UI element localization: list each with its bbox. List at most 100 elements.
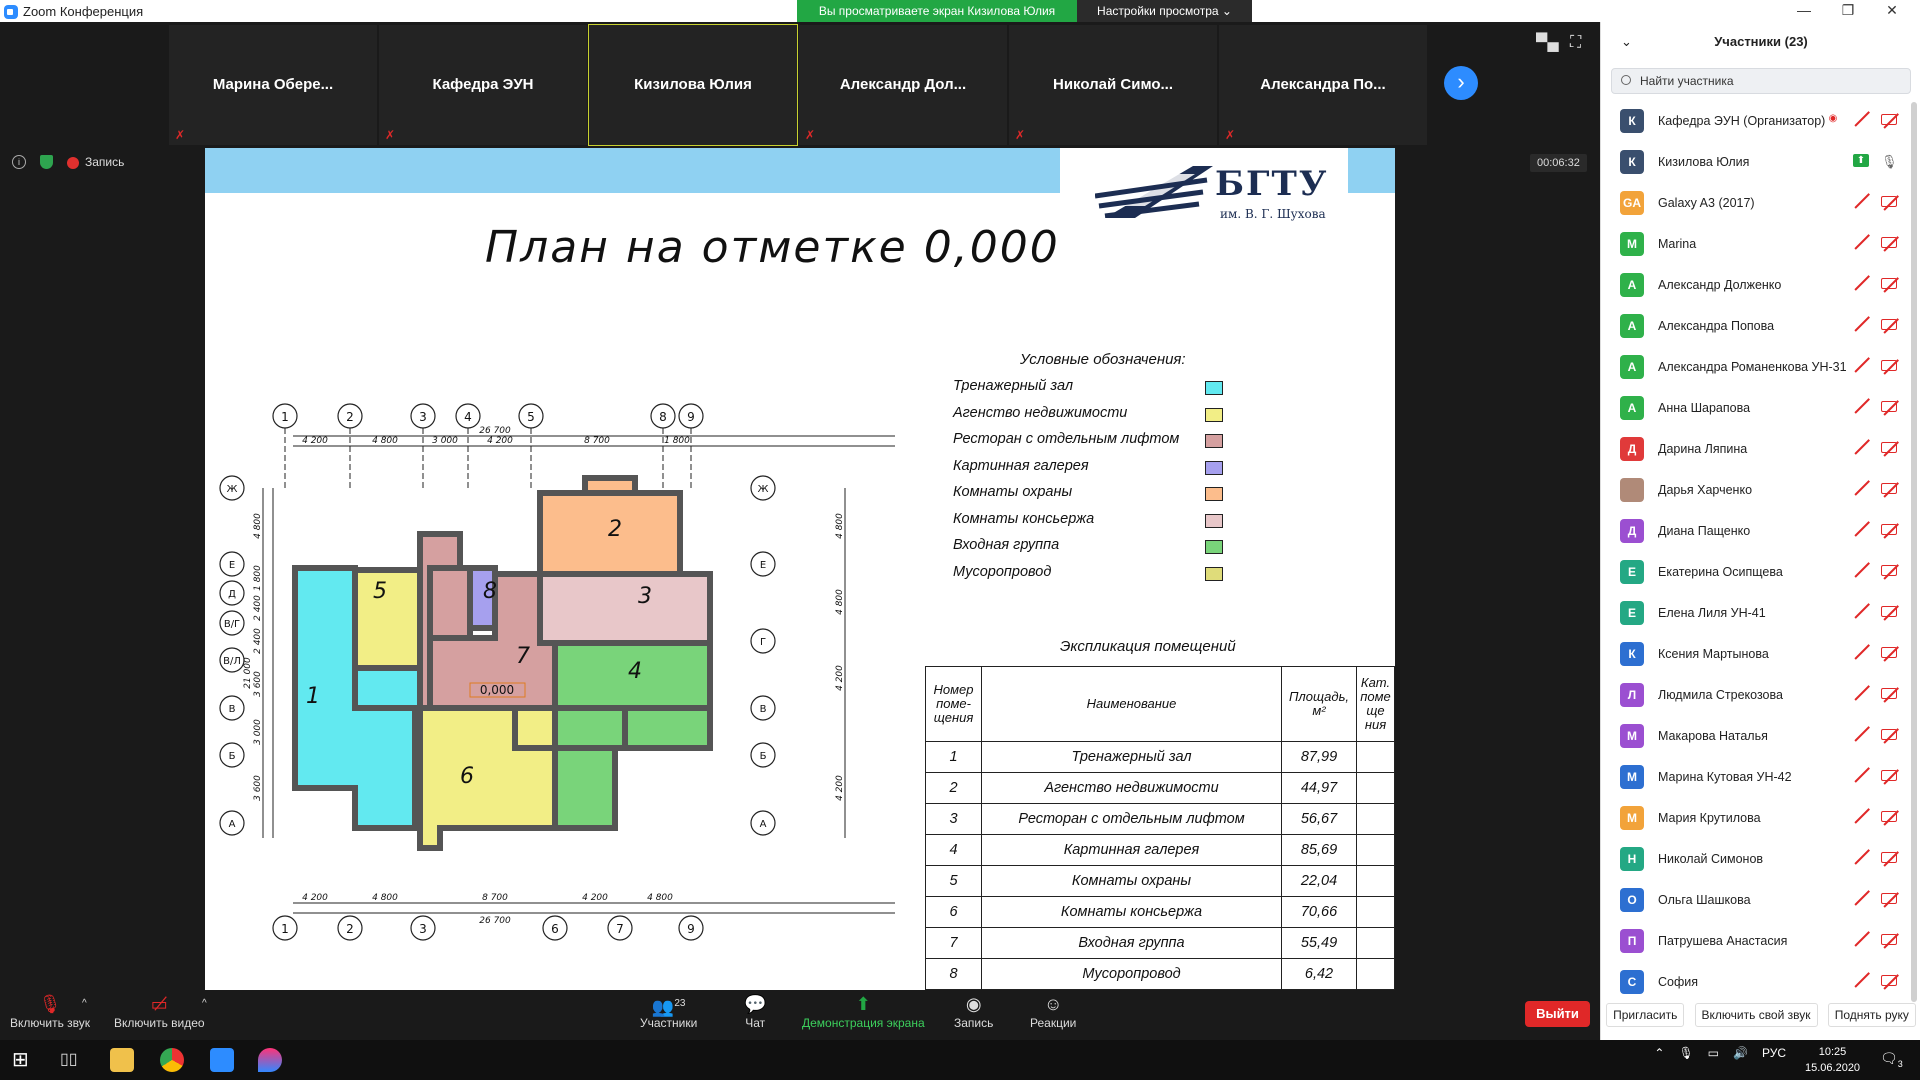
axis-label: Г [760, 637, 766, 648]
participant-row[interactable]: M Marina [1601, 223, 1911, 264]
cell-cat [1356, 803, 1395, 835]
participant-row[interactable]: Е Елена Лиля УН-41 [1601, 592, 1911, 633]
participant-row[interactable]: А Александра Романенкова УН-31 [1601, 346, 1911, 387]
participant-status [1853, 523, 1897, 535]
mic-muted-icon [1853, 523, 1869, 534]
task-view-icon[interactable]: ▯▯ [60, 1048, 84, 1072]
participant-row[interactable]: Е Екатерина Осипщева [1601, 551, 1911, 592]
close-button[interactable]: ✕ [1870, 0, 1914, 22]
participant-row[interactable]: К Кизилова Юлия ⬆ 🎙 [1601, 141, 1911, 182]
participant-row[interactable]: К Кафедра ЭУН (Организатор) ◉ [1601, 100, 1911, 141]
cell-cat [1356, 772, 1395, 804]
video-tile[interactable]: Кафедра ЭУН ✗ [378, 24, 588, 146]
participant-row[interactable]: М Мария Крутилова [1601, 797, 1911, 838]
room-number: 7 [516, 644, 530, 669]
participants-label: Участники [640, 1016, 698, 1030]
explication-row: 8 Мусоропровод 6,42 [925, 958, 1395, 990]
participant-status [1853, 687, 1897, 699]
tray-mic-icon[interactable]: 🎙 [1678, 1046, 1693, 1060]
recording-indicator[interactable]: Запись [67, 155, 124, 169]
record-dot-icon [67, 156, 79, 169]
video-tile[interactable]: Александра По... ✗ [1218, 24, 1428, 146]
participant-row[interactable]: Д Дарина Ляпина [1601, 428, 1911, 469]
participant-name: София [1658, 974, 1699, 989]
participant-list-scrollbar[interactable] [1911, 102, 1917, 1002]
input-language[interactable]: РУС [1762, 1046, 1786, 1060]
participant-name: Ольга Шашкова [1658, 892, 1751, 907]
view-options-button[interactable]: Настройки просмотра ⌄ [1077, 0, 1252, 22]
collapse-panel-icon[interactable]: ⌄ [1621, 22, 1632, 62]
legend-swatch [1205, 513, 1223, 528]
participant-row[interactable]: А Александра Попова [1601, 305, 1911, 346]
zoom-taskbar-icon[interactable] [210, 1048, 234, 1072]
view-layout-icon[interactable]: ▀▄ [1536, 34, 1559, 52]
participant-row[interactable]: М Марина Кутовая УН-42 [1601, 756, 1911, 797]
chrome-icon[interactable] [160, 1048, 184, 1072]
video-off-icon [1881, 360, 1897, 371]
file-explorer-icon[interactable] [110, 1048, 134, 1072]
participant-row[interactable]: Дарья Харченко [1601, 469, 1911, 510]
participant-row[interactable]: Н Николай Симонов [1601, 838, 1911, 879]
mic-muted-icon [1853, 277, 1869, 288]
record-button[interactable]: ◉ Запись [954, 992, 993, 1030]
start-video-button[interactable]: ▭̸ Включить видео [114, 992, 205, 1030]
info-icon[interactable]: i [12, 155, 26, 169]
taskbar-clock[interactable]: 10:25 15.06.2020 [1805, 1044, 1860, 1076]
dimension-text: 2 400 [253, 595, 263, 621]
participants-button[interactable]: 👥23 Участники [640, 992, 697, 1030]
participant-row[interactable]: А Анна Шарапова [1601, 387, 1911, 428]
network-icon[interactable]: ▭ [1708, 1046, 1719, 1060]
participant-row[interactable]: М Макарова Наталья [1601, 715, 1911, 756]
unmute-button[interactable]: 🎙 Включить звук [10, 992, 90, 1030]
next-tiles-button[interactable]: › [1444, 66, 1478, 100]
legend-label: Комнаты охраны [953, 484, 1073, 500]
share-screen-button[interactable]: ⬆ Демонстрация экрана [802, 992, 925, 1030]
video-tile[interactable]: Александр Дол... ✗ [798, 24, 1008, 146]
participant-row[interactable]: GA Galaxy A3 (2017) [1601, 182, 1911, 223]
audio-options-caret[interactable]: ^ [82, 998, 87, 1009]
video-options-caret[interactable]: ^ [202, 998, 207, 1009]
participant-avatar: А [1620, 313, 1644, 338]
participant-row[interactable]: К Ксения Мартынова [1601, 633, 1911, 674]
video-tile[interactable]: Кизилова Юлия [588, 24, 798, 146]
tray-overflow-icon[interactable]: ⌃ [1654, 1046, 1664, 1060]
windows-start-icon[interactable]: ⊞ [12, 1048, 36, 1072]
invite-button[interactable]: Пригласить [1606, 1003, 1685, 1027]
dimension-text: 8 700 [482, 893, 508, 903]
volume-icon[interactable]: 🔊 [1733, 1046, 1748, 1060]
minimize-button[interactable]: — [1782, 0, 1826, 22]
participant-avatar: К [1620, 641, 1644, 666]
video-tile[interactable]: Николай Симо... ✗ [1008, 24, 1218, 146]
notifications-icon[interactable]: 🗨3 [1880, 1050, 1903, 1069]
participant-status [1853, 195, 1897, 207]
mic-muted-icon [1853, 769, 1869, 780]
raise-hand-button[interactable]: Поднять руку [1827, 1003, 1916, 1027]
chat-button[interactable]: 💬 Чат [744, 992, 766, 1030]
maximize-button[interactable]: ❐ [1826, 0, 1870, 22]
mic-muted-icon [1853, 892, 1869, 903]
participant-status [1853, 318, 1897, 330]
mic-muted-icon [1853, 441, 1869, 452]
dimension-text: 26 700 [479, 426, 511, 436]
participant-row[interactable]: П Патрушева Анастасия [1601, 920, 1911, 961]
unmute-label: Включить звук [10, 1016, 91, 1030]
leave-meeting-button[interactable]: Выйти [1525, 1001, 1590, 1027]
axis-label: 2 [346, 410, 354, 424]
participant-name: Марина Кутовая УН-42 [1658, 769, 1792, 784]
unmute-me-button[interactable]: Включить свой звук [1694, 1003, 1818, 1027]
elevation-label: 0,000 [480, 683, 514, 697]
video-tile[interactable]: Марина Обере... ✗ [168, 24, 378, 146]
paint-app-icon[interactable] [258, 1048, 282, 1072]
participant-row[interactable]: О Ольга Шашкова [1601, 879, 1911, 920]
participant-row[interactable]: Д Диана Пащенко [1601, 510, 1911, 551]
fullscreen-icon[interactable]: ⛶ [1570, 34, 1581, 52]
participant-name: Александра Романенкова УН-31 [1658, 359, 1847, 374]
reactions-button[interactable]: ☺ Реакции [1030, 992, 1076, 1030]
video-off-icon [1881, 729, 1897, 740]
participant-row[interactable]: А Александр Долженко [1601, 264, 1911, 305]
participant-search-input[interactable]: Найти участника [1611, 68, 1911, 94]
axis-label: 3 [419, 922, 427, 936]
encryption-shield-icon[interactable] [40, 155, 53, 169]
legend-swatch [1205, 566, 1223, 581]
participant-row[interactable]: Л Людмила Стрекозова [1601, 674, 1911, 715]
